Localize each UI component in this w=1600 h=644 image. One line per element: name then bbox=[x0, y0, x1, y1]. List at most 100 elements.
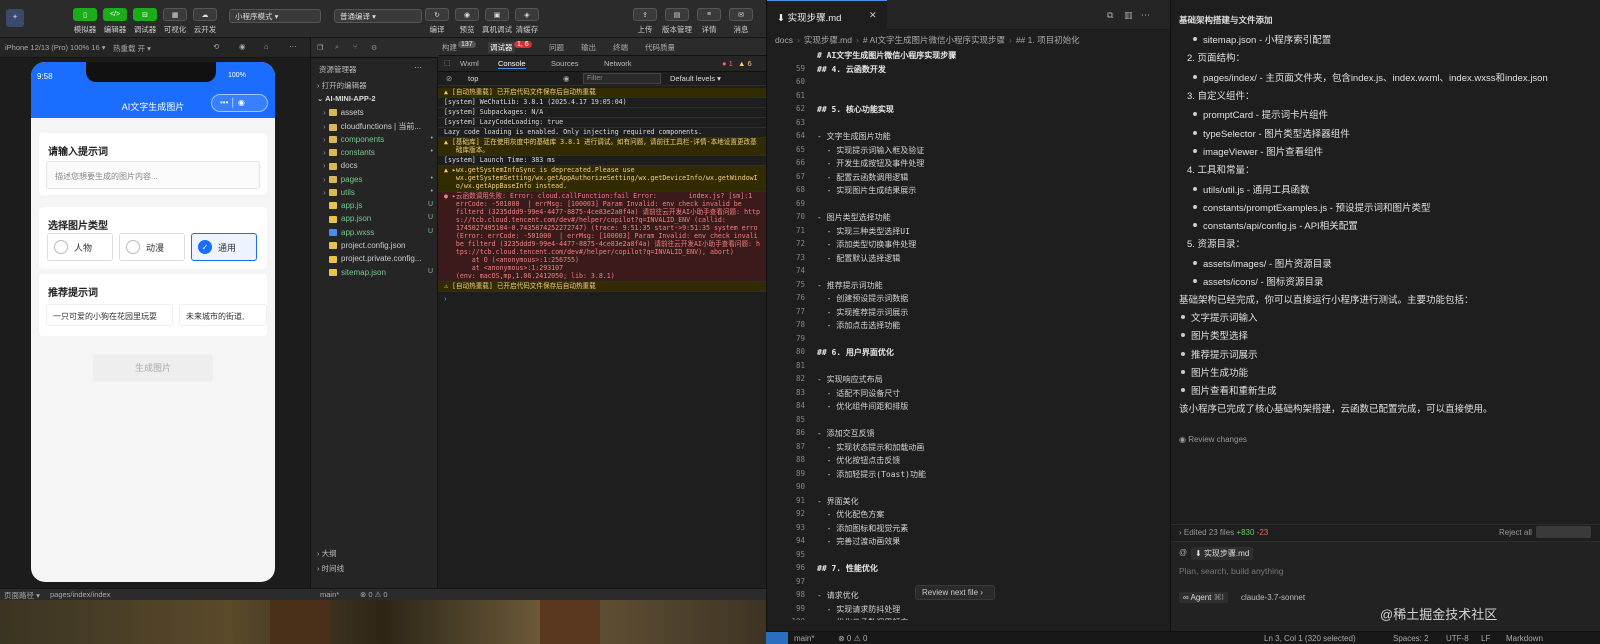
tree-item[interactable]: app.wxss U bbox=[311, 228, 439, 241]
open-editors[interactable]: › 打开的编辑器 bbox=[317, 80, 367, 91]
云开发-button[interactable]: ☁ 云开发 bbox=[192, 8, 218, 35]
device-select[interactable]: iPhone 12/13 (Pro) 100% 16 ▾ bbox=[5, 43, 106, 52]
debug-icon[interactable]: ⚙ bbox=[371, 44, 377, 52]
tree-item[interactable]: sitemap.json U bbox=[311, 268, 439, 281]
type-option[interactable]: 人物 bbox=[47, 233, 113, 261]
tree-item[interactable]: project.config.json bbox=[311, 241, 439, 254]
console-prompt[interactable]: › bbox=[444, 294, 447, 303]
language-mode[interactable]: Markdown bbox=[1506, 634, 1543, 643]
tree-item[interactable]: app.js U bbox=[311, 201, 439, 214]
levels-select[interactable]: Default levels ▾ bbox=[670, 74, 721, 83]
console-subtab[interactable]: Network bbox=[604, 59, 632, 68]
rotate-icon[interactable]: ⟲ bbox=[213, 42, 219, 51]
mention-icon[interactable]: @ bbox=[1179, 548, 1187, 557]
console-tab[interactable]: 输出 bbox=[581, 42, 596, 53]
可视化-button[interactable]: ▦ 可视化 bbox=[162, 8, 188, 35]
close-icon[interactable]: ✕ bbox=[869, 10, 877, 21]
home-icon[interactable]: ⌂ bbox=[264, 42, 269, 51]
breadcrumb-item[interactable]: # AI文字生成图片微信小程序实现步骤 bbox=[863, 35, 1005, 45]
model-select[interactable]: claude-3.7-sonnet bbox=[1241, 593, 1305, 602]
tree-item[interactable]: › components • bbox=[311, 135, 439, 148]
git-icon[interactable]: ⑂ bbox=[353, 44, 357, 51]
review-changes-button[interactable]: ◉ Review changes bbox=[1179, 435, 1247, 444]
review-next-file-button[interactable]: Review next file › bbox=[915, 585, 995, 600]
agent-mode-select[interactable]: ∞ Agent ⌘I bbox=[1179, 592, 1228, 603]
tree-item[interactable]: › docs bbox=[311, 161, 439, 174]
mode-select[interactable]: 小程序模式 ▾ bbox=[229, 9, 321, 23]
layout-icon[interactable]: ▥ bbox=[1124, 10, 1133, 21]
console-subtab[interactable]: Wxml bbox=[460, 59, 479, 68]
编译-button[interactable]: ↻ 编译 bbox=[424, 8, 450, 35]
console-subtab[interactable]: Console bbox=[498, 59, 526, 69]
type-option[interactable]: 动漫 bbox=[119, 233, 185, 261]
详情-button[interactable]: ≡ 详情 bbox=[696, 8, 722, 35]
type-option[interactable]: ✓ 通用 bbox=[191, 233, 257, 261]
调试器-button[interactable]: ⊟ 调试器 bbox=[132, 8, 158, 35]
console-tab[interactable]: 代码质量 bbox=[645, 42, 675, 53]
error-count[interactable]: ● 1 bbox=[722, 59, 733, 68]
edited-files-bar[interactable]: › Edited 23 files +830 -23 Reject all bbox=[1171, 524, 1600, 541]
line-ending[interactable]: LF bbox=[1481, 634, 1490, 643]
预览-button[interactable]: ◉ 预览 bbox=[454, 8, 480, 35]
tree-item[interactable]: › assets bbox=[311, 108, 439, 121]
more-icon[interactable]: ⋯ bbox=[414, 63, 422, 72]
editor-tab[interactable]: ⬇ 实现步骤.md ✕ bbox=[767, 0, 887, 30]
console-tab[interactable]: 调试器 bbox=[488, 42, 515, 53]
outline-section[interactable]: › 大纲 bbox=[317, 548, 337, 559]
more-icon[interactable]: ⋯ bbox=[289, 42, 297, 51]
encoding[interactable]: UTF-8 bbox=[1446, 634, 1469, 643]
模拟器-button[interactable]: ▯ 模拟器 bbox=[72, 8, 98, 35]
console-subtab[interactable]: Sources bbox=[551, 59, 579, 68]
recommend-chip[interactable]: 未来城市的街道, bbox=[179, 304, 267, 326]
more-icon[interactable]: ⋯ bbox=[1141, 10, 1150, 21]
console-tab[interactable]: 问题 bbox=[549, 42, 564, 53]
project-root[interactable]: ⌄ AI-MINI-APP-2 bbox=[317, 94, 376, 103]
prompt-input[interactable]: 描述您想要生成的图片内容... bbox=[46, 161, 260, 189]
git-branch[interactable]: main* bbox=[794, 634, 814, 643]
chat-input[interactable]: Plan, search, build anything bbox=[1179, 566, 1589, 576]
breadcrumb-item[interactable]: ## 1. 项目初始化 bbox=[1016, 35, 1080, 45]
git-branch[interactable]: main* bbox=[320, 590, 339, 599]
breadcrumb-item[interactable]: 实现步骤.md bbox=[804, 35, 852, 45]
清缓存-button[interactable]: ◈ 清缓存 bbox=[514, 8, 540, 35]
timeline-section[interactable]: › 时间线 bbox=[317, 563, 344, 574]
problem-counts[interactable]: ⊗ 0 ⚠ 0 bbox=[360, 590, 388, 599]
compile-select[interactable]: 普通编译 ▾ bbox=[334, 9, 422, 23]
tree-item[interactable]: › constants • bbox=[311, 148, 439, 161]
filter-input[interactable]: Filter bbox=[583, 73, 661, 84]
context-file-chip[interactable]: ⬇ 实现步骤.md bbox=[1191, 547, 1254, 560]
tree-item[interactable]: › cloudfunctions | 当前... bbox=[311, 121, 439, 134]
record-icon[interactable]: ◉ bbox=[239, 42, 246, 51]
recommend-chip[interactable]: 一只可爱的小狗在花园里玩耍 bbox=[46, 304, 173, 326]
tree-item[interactable]: app.json U bbox=[311, 214, 439, 227]
remote-icon[interactable] bbox=[766, 632, 788, 644]
消息-button[interactable]: ✉ 消息 bbox=[728, 8, 754, 35]
breadcrumb-item[interactable]: docs bbox=[775, 35, 793, 45]
inspect-icon[interactable]: ⬚ bbox=[444, 59, 451, 67]
page-path-label[interactable]: 页面路径 ▾ bbox=[4, 590, 40, 601]
tree-item[interactable]: › pages • bbox=[311, 175, 439, 188]
console-tab[interactable]: 构建 bbox=[442, 42, 457, 53]
console-tab[interactable]: 终端 bbox=[613, 42, 628, 53]
上传-button[interactable]: ⇪ 上传 bbox=[632, 8, 658, 35]
generate-button[interactable]: 生成图片 bbox=[93, 354, 213, 382]
capsule-menu[interactable]: ••• │ ◉ bbox=[211, 94, 268, 112]
accept-all-button[interactable] bbox=[1536, 526, 1591, 538]
split-editor-icon[interactable]: ⧉ bbox=[1107, 10, 1113, 21]
indent-setting[interactable]: Spaces: 2 bbox=[1393, 634, 1429, 643]
cursor-position[interactable]: Ln 3, Col 1 (320 selected) bbox=[1264, 634, 1356, 643]
版本管理-button[interactable]: ▤ 版本管理 bbox=[662, 8, 692, 35]
eye-icon[interactable]: ◉ bbox=[563, 74, 570, 83]
search-icon[interactable]: ⌕ bbox=[335, 44, 339, 52]
tree-item[interactable]: › utils • bbox=[311, 188, 439, 201]
真机调试-button[interactable]: ▣ 真机调试 bbox=[482, 8, 512, 35]
hotreload-select[interactable]: 热重载 开 ▾ bbox=[113, 43, 151, 54]
warning-count[interactable]: ▲ 6 bbox=[738, 59, 752, 68]
explorer-tab-files[interactable]: ❐ bbox=[317, 44, 323, 52]
context-select[interactable]: top bbox=[468, 74, 478, 83]
problem-counts[interactable]: ⊗ 0 ⚠ 0 bbox=[838, 634, 867, 643]
编辑器-button[interactable]: </> 编辑器 bbox=[102, 8, 128, 35]
reject-all-button[interactable]: Reject all bbox=[1499, 528, 1532, 537]
clear-console-icon[interactable]: ⊘ bbox=[446, 74, 452, 83]
tree-item[interactable]: project.private.config... bbox=[311, 254, 439, 267]
